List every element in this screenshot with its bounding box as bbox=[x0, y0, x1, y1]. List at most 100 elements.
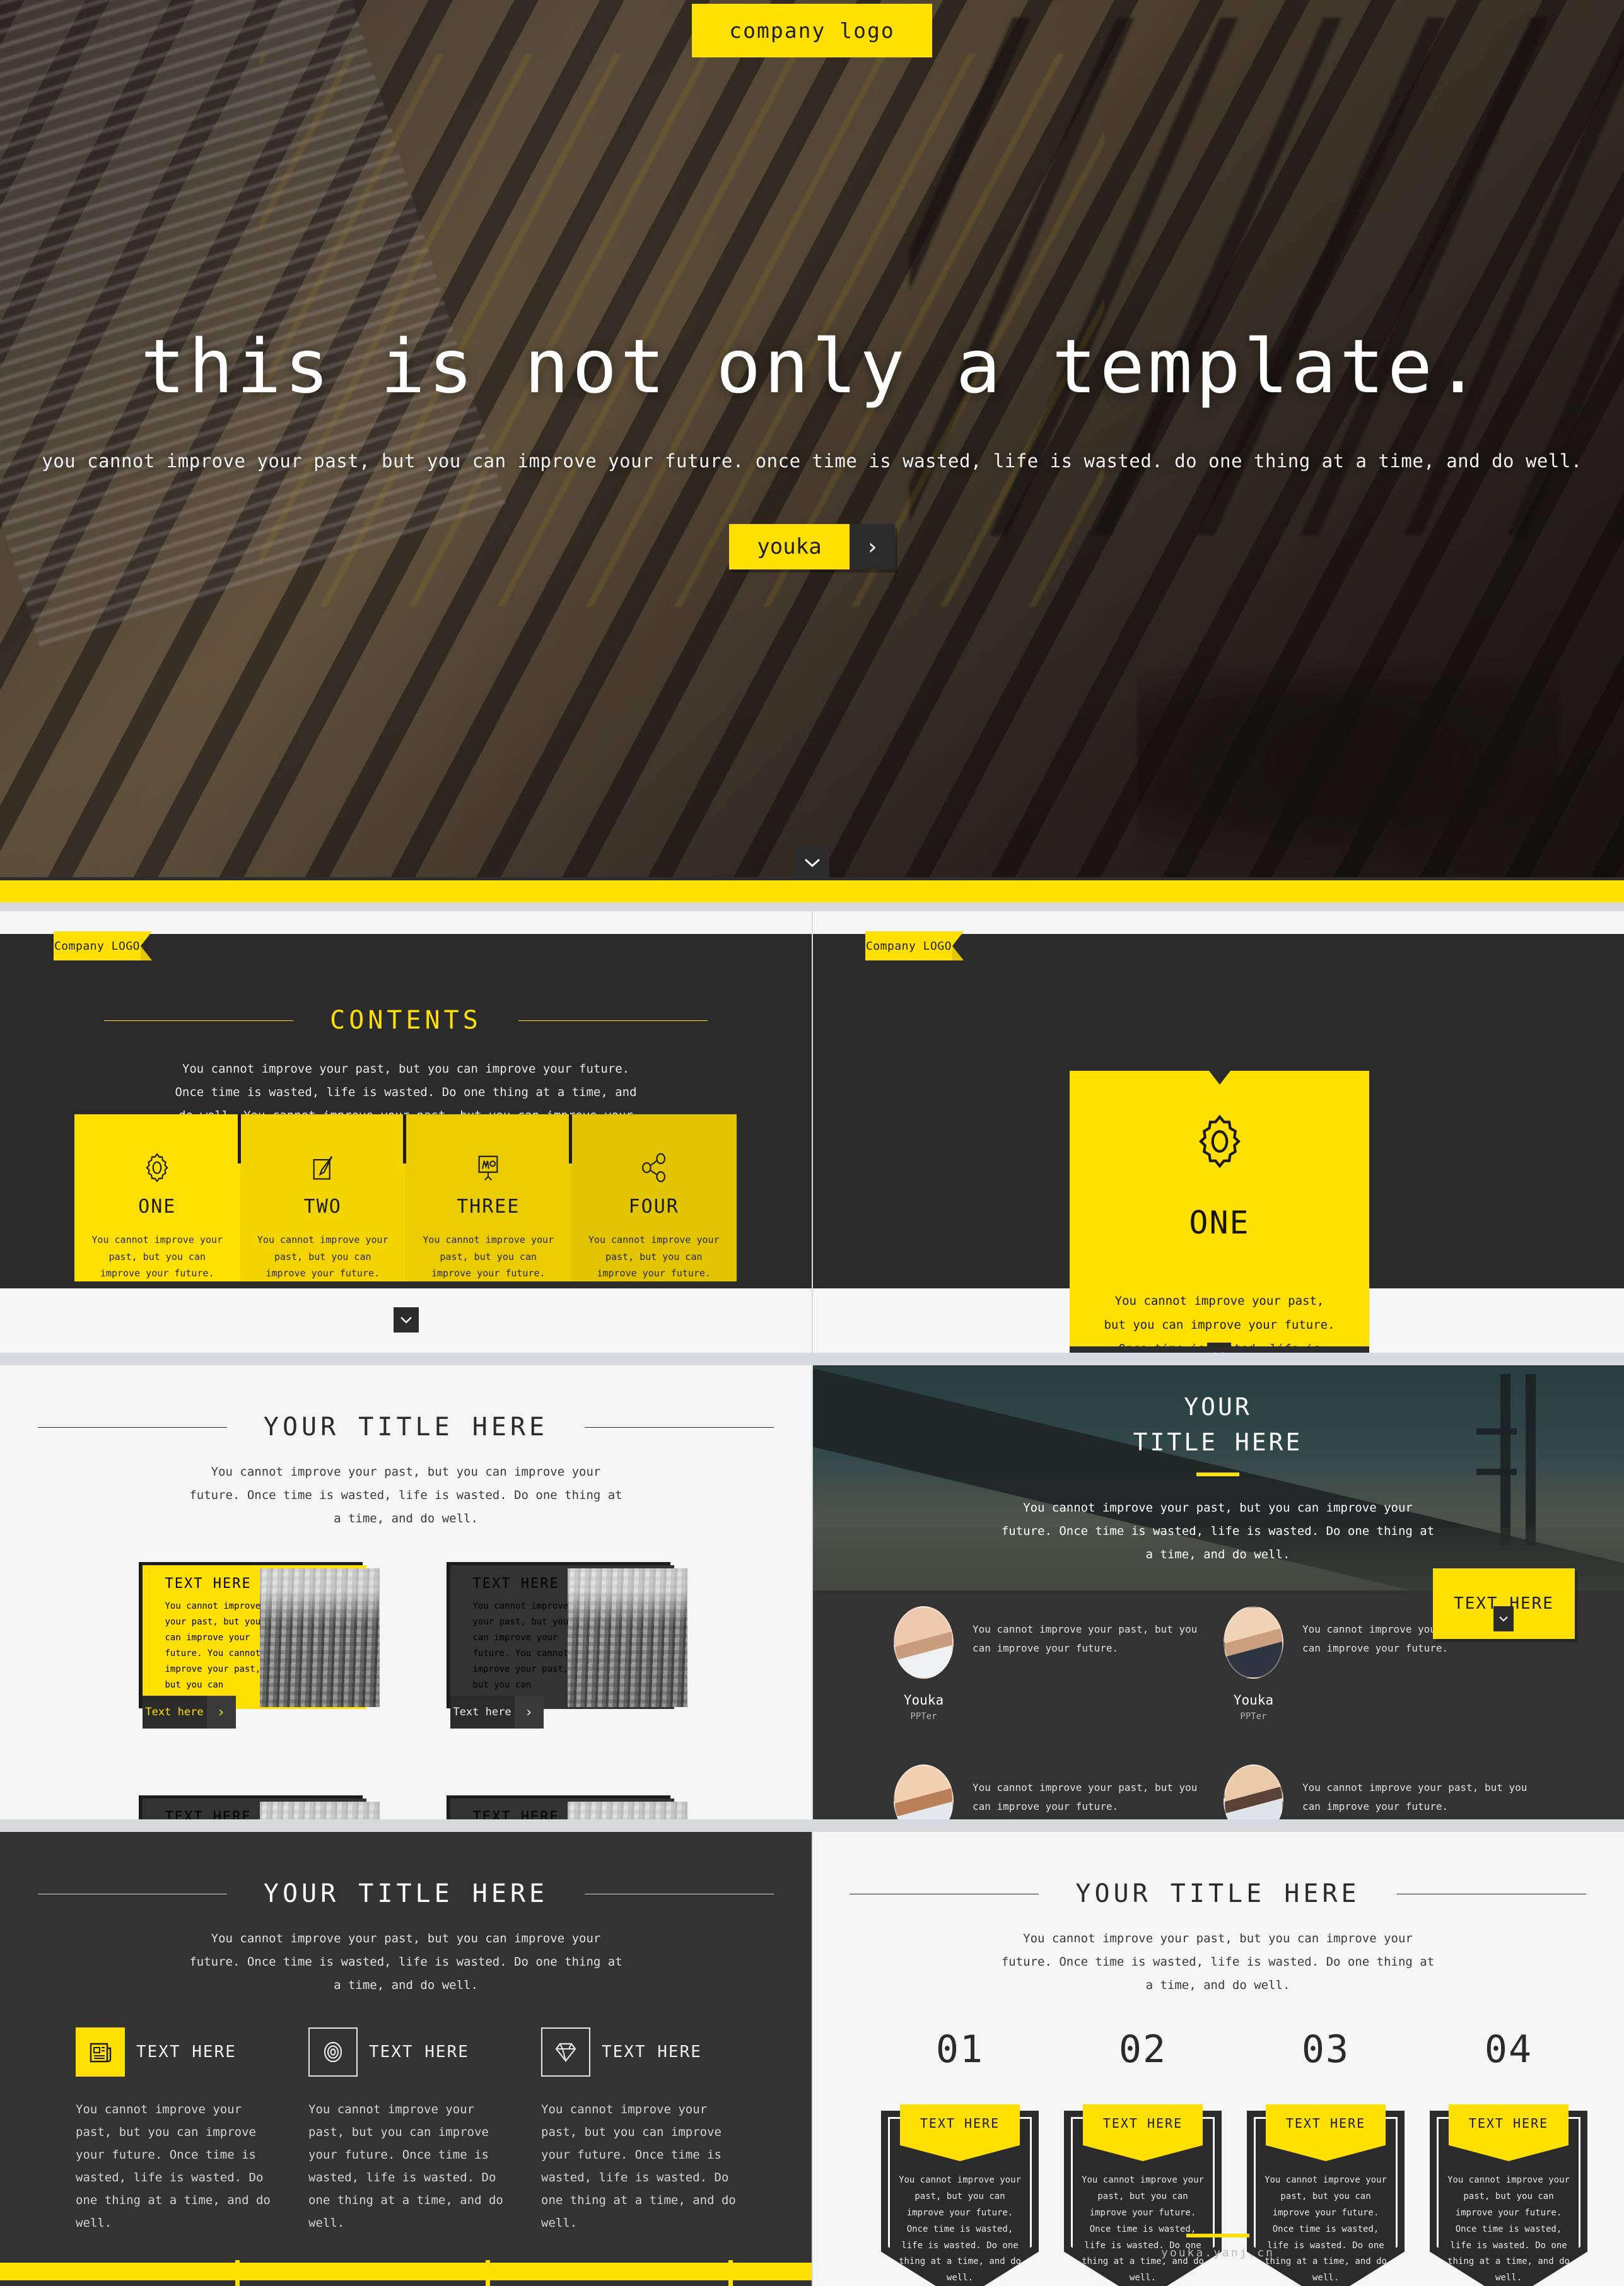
card-image-cityscape bbox=[567, 1568, 687, 1707]
gear-icon bbox=[1198, 1114, 1241, 1169]
step-label: TEXT HERE bbox=[920, 2116, 1000, 2131]
step-label: TEXT HERE bbox=[1102, 2116, 1183, 2131]
pen-edit-icon bbox=[313, 1156, 333, 1180]
step-label: TEXT HERE bbox=[1285, 2116, 1366, 2131]
diamond-icon bbox=[541, 2027, 590, 2077]
slide-contents: Company LOGO CONTENTS You cannot improve… bbox=[0, 911, 812, 1353]
feature-item[interactable]: TEXT HERE You cannot improve your past, … bbox=[541, 2027, 736, 2286]
team-member[interactable]: Youka PPTer You cannot improve your past… bbox=[894, 1764, 1212, 1819]
step-text: You cannot improve your past, but you ca… bbox=[1082, 2175, 1204, 2283]
team-member[interactable]: Youka PPTer You cannot improve your past… bbox=[894, 1606, 1212, 1722]
chevron-right-icon: › bbox=[850, 524, 895, 570]
step-number: 02 bbox=[1118, 2027, 1167, 2072]
contents-card-four[interactable]: FOUR You cannot improve your past, but y… bbox=[568, 1114, 737, 1281]
title-rule-right bbox=[585, 1426, 774, 1428]
chevron-down-icon bbox=[804, 858, 820, 868]
card-button[interactable]: Text here › bbox=[450, 1696, 544, 1729]
card-button[interactable]: Text here › bbox=[142, 1696, 236, 1729]
features-title: YOUR TITLE HERE bbox=[263, 1879, 549, 1908]
footer-url: youka.yanj.cn bbox=[1161, 2246, 1275, 2260]
card-image-cityscape bbox=[259, 1568, 380, 1707]
slide-features: YOUR TITLE HERE You cannot improve your … bbox=[0, 1832, 812, 2286]
card-notch bbox=[1208, 1071, 1230, 1085]
newspaper-icon bbox=[76, 2027, 125, 2077]
feature-item[interactable]: TEXT HERE You cannot improve your past, … bbox=[308, 2027, 503, 2286]
content-card[interactable]: TEXT HERE You cannot improve your past, … bbox=[138, 1795, 380, 1819]
team-member[interactable]: Youka PPTer You cannot improve your past… bbox=[1224, 1764, 1542, 1819]
card-stem bbox=[403, 1114, 406, 1163]
card-button-label: Text here bbox=[453, 1706, 511, 1718]
team-title-line1: YOUR bbox=[1184, 1393, 1252, 1421]
cards-header: YOUR TITLE HERE You cannot improve your … bbox=[0, 1413, 812, 1531]
section-one-scroll-button[interactable] bbox=[1207, 1343, 1231, 1353]
contents-scroll-button[interactable] bbox=[393, 1307, 419, 1333]
content-card[interactable]: TEXT HERE You cannot improve your past, … bbox=[138, 1562, 380, 1729]
contents-card-list: ONE You cannot improve your past, but yo… bbox=[74, 1114, 737, 1281]
card-grid: TEXT HERE You cannot improve your past, … bbox=[0, 1562, 812, 1819]
content-card[interactable]: TEXT HERE You cannot improve your past, … bbox=[446, 1562, 687, 1729]
card-stem bbox=[568, 1114, 572, 1163]
step-text: You cannot improve your past, but you ca… bbox=[1265, 2175, 1387, 2283]
feature-text: You cannot improve your past, but you ca… bbox=[308, 2102, 503, 2231]
column-divider bbox=[812, 911, 813, 2286]
hero-subtitle: you cannot improve your past, but you ca… bbox=[42, 450, 1582, 472]
member-name: Youka bbox=[903, 1693, 944, 1708]
cards-paragraph: You cannot improve your past, but you ca… bbox=[189, 1465, 622, 1526]
contents-title: CONTENTS bbox=[330, 1006, 482, 1035]
slide-section-one: Company LOGO ONE You cannot improve your… bbox=[812, 911, 1624, 1353]
contents-card-desc: You cannot improve your past, but you ca… bbox=[257, 1234, 388, 1279]
company-logo-badge[interactable]: company logo bbox=[692, 4, 932, 57]
presentation-preview: this is not only a template. you cannot … bbox=[0, 0, 1624, 2286]
section-one-card[interactable]: ONE You cannot improve your past, but yo… bbox=[1070, 1071, 1369, 1353]
features-header: YOUR TITLE HERE You cannot improve your … bbox=[0, 1879, 812, 1997]
slide-team: YOUR TITLE HERE You cannot improve your … bbox=[812, 1365, 1624, 1819]
features-paragraph: You cannot improve your past, but you ca… bbox=[189, 1932, 622, 1993]
contents-card-name: TWO bbox=[303, 1196, 342, 1218]
chevron-right-icon: › bbox=[206, 1696, 236, 1729]
chevron-down-icon bbox=[1214, 1351, 1224, 1353]
title-rule-left bbox=[104, 1020, 294, 1021]
step-number: 03 bbox=[1301, 2027, 1350, 2072]
contents-card-three[interactable]: THREE You cannot improve your past, but … bbox=[403, 1114, 571, 1281]
chevron-down-icon bbox=[400, 1317, 412, 1324]
avatar bbox=[894, 1764, 954, 1819]
slide-logo-tab[interactable]: Company LOGO bbox=[865, 931, 964, 960]
card-heading: TEXT HERE bbox=[472, 1576, 559, 1592]
avatar bbox=[894, 1606, 954, 1679]
slide-steps: YOUR TITLE HERE You cannot improve your … bbox=[812, 1832, 1624, 2286]
feature-item[interactable]: TEXT HERE You cannot improve your past, … bbox=[76, 2027, 271, 2286]
slide-logo-tab[interactable]: Company LOGO bbox=[54, 931, 152, 960]
title-rule-left bbox=[37, 1426, 227, 1428]
target-icon bbox=[308, 2027, 358, 2077]
gear-icon bbox=[146, 1153, 168, 1182]
hero-section: this is not only a template. you cannot … bbox=[0, 0, 1624, 892]
step-number: 04 bbox=[1484, 2027, 1533, 2072]
card-heading: TEXT HERE bbox=[472, 1809, 559, 1819]
hero-cta-button[interactable]: youka › bbox=[729, 524, 895, 570]
team-scroll-button[interactable] bbox=[1493, 1606, 1514, 1631]
footer-rule bbox=[1186, 2234, 1249, 2237]
section-one-name: ONE bbox=[1189, 1204, 1250, 1241]
row-divider-0 bbox=[0, 902, 1624, 911]
slide-cards: YOUR TITLE HERE You cannot improve your … bbox=[0, 1365, 812, 1819]
feature-label: TEXT HERE bbox=[136, 2043, 237, 2061]
team-paragraph: You cannot improve your past, but you ca… bbox=[1001, 1501, 1435, 1562]
card-image-cityscape bbox=[567, 1802, 687, 1819]
team-header: YOUR TITLE HERE You cannot improve your … bbox=[812, 1393, 1624, 1566]
contents-card-desc: You cannot improve your past, but you ca… bbox=[588, 1234, 720, 1279]
member-name: Youka bbox=[1233, 1693, 1274, 1708]
feature-text: You cannot improve your past, but you ca… bbox=[541, 2102, 736, 2231]
contents-card-two[interactable]: TWO You cannot improve your past, but yo… bbox=[237, 1114, 406, 1281]
content-card[interactable]: TEXT HERE You cannot improve your past, … bbox=[446, 1795, 687, 1819]
scroll-down-button[interactable] bbox=[795, 846, 829, 880]
feature-label: TEXT HERE bbox=[369, 2043, 469, 2061]
contents-card-one[interactable]: ONE You cannot improve your past, but yo… bbox=[74, 1114, 240, 1281]
step-text: You cannot improve your past, but you ca… bbox=[1447, 2175, 1570, 2283]
steps-paragraph: You cannot improve your past, but you ca… bbox=[1001, 1932, 1435, 1993]
member-text: You cannot improve your past, but you ca… bbox=[973, 1623, 1198, 1654]
team-title-line2: TITLE HERE bbox=[1133, 1428, 1303, 1456]
chevron-right-icon: › bbox=[514, 1696, 544, 1729]
step-number: 01 bbox=[935, 2027, 984, 2072]
footer: youka.yanj.cn bbox=[812, 2234, 1624, 2260]
avatar bbox=[1224, 1606, 1283, 1679]
